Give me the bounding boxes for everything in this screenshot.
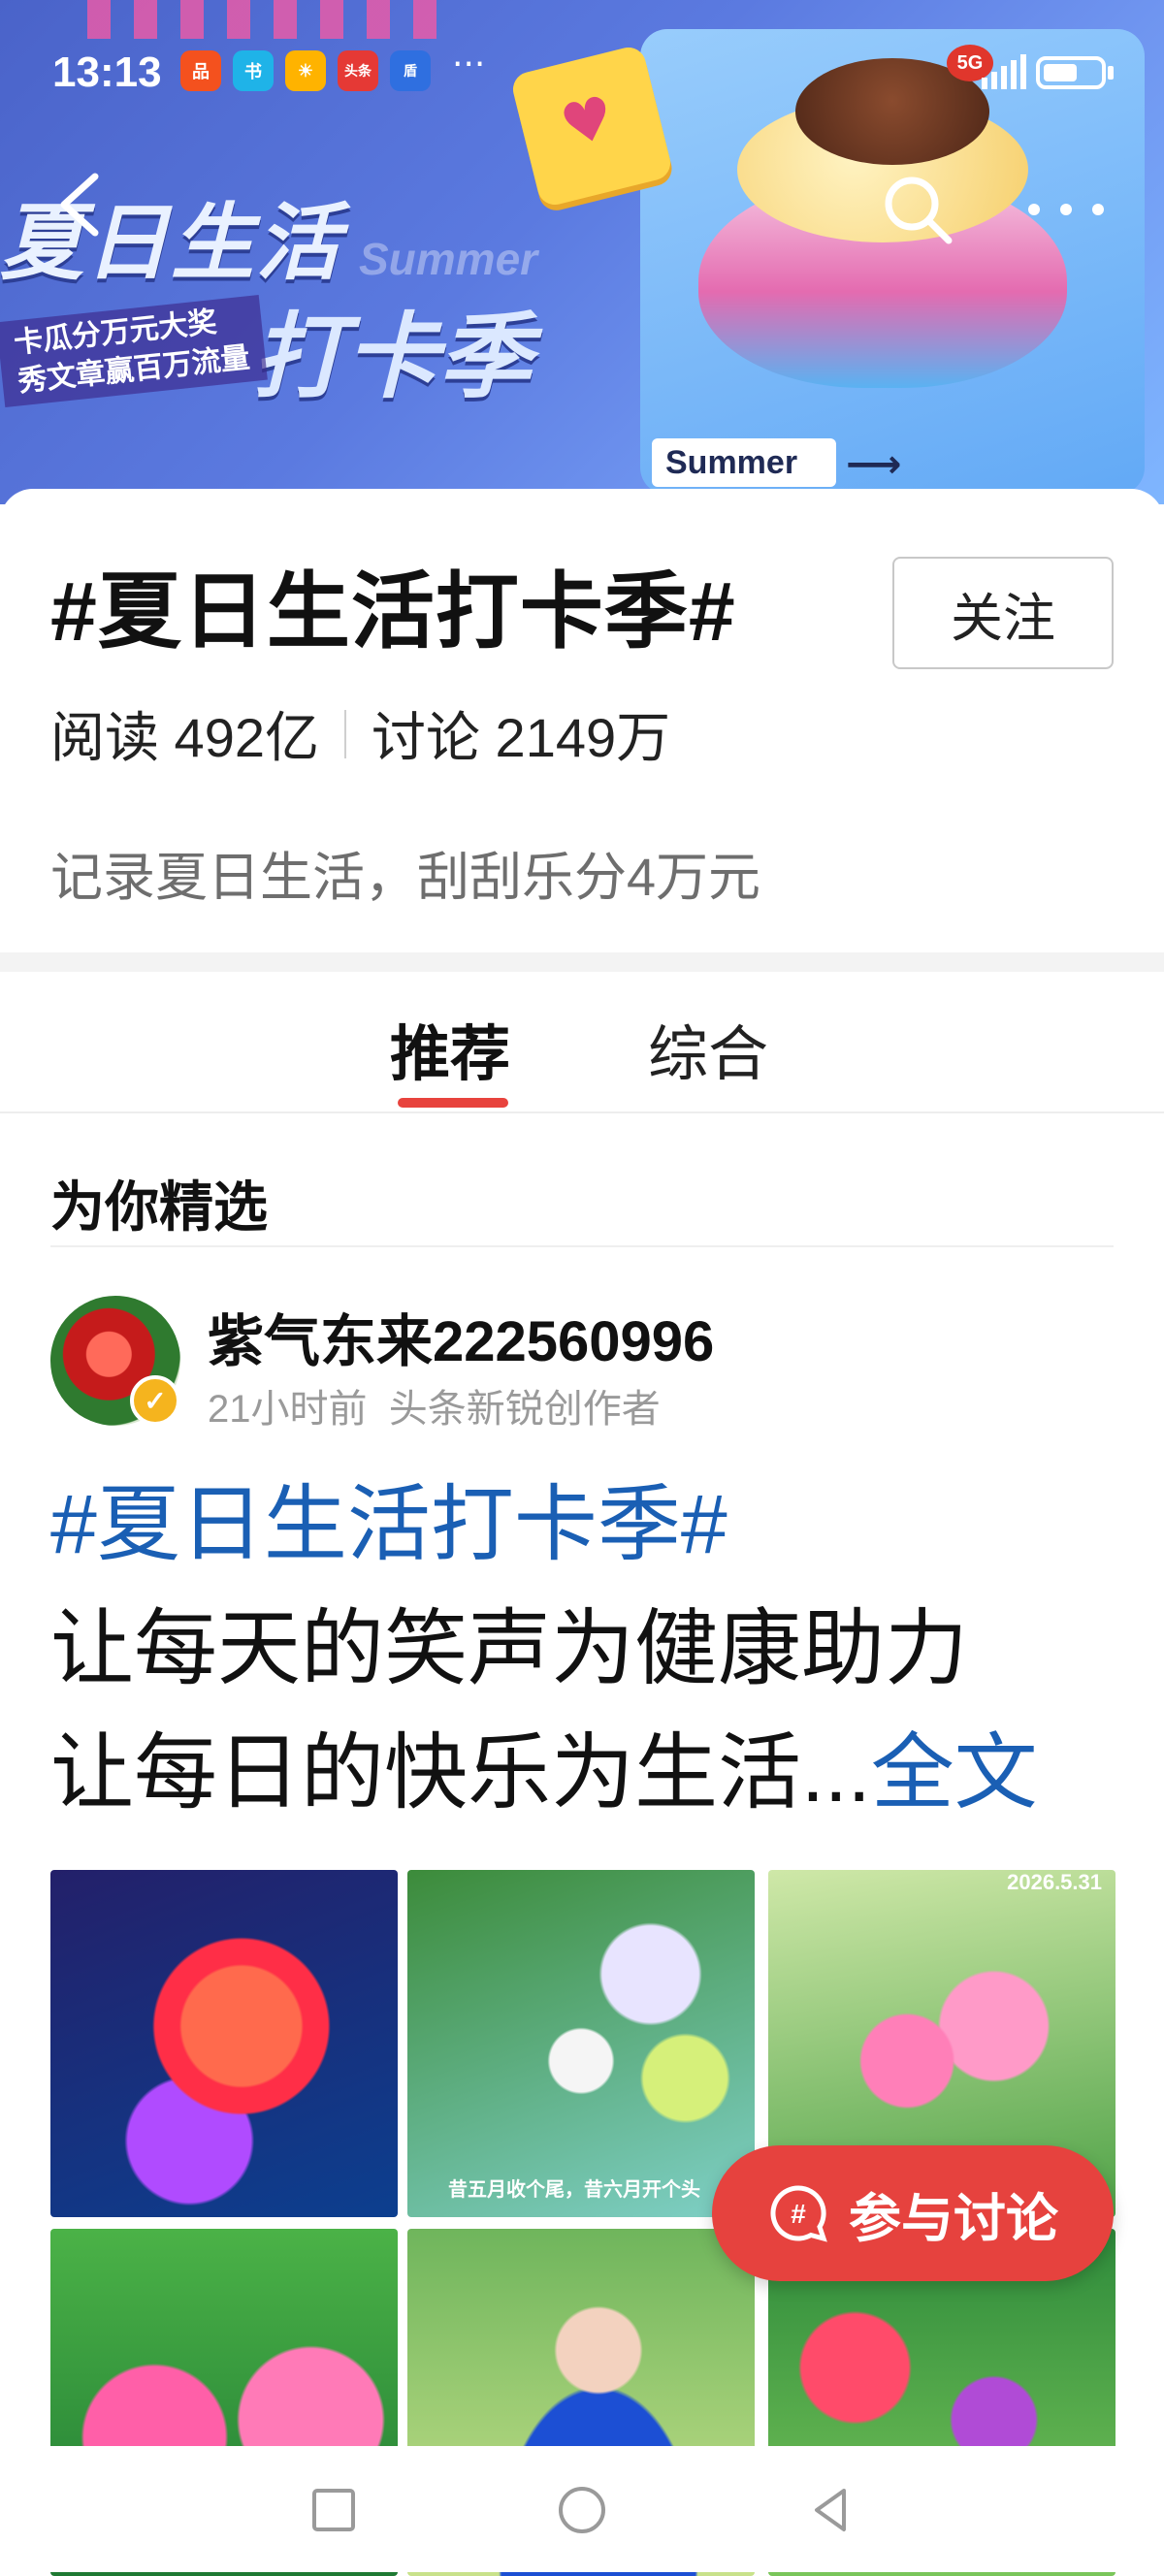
image-caption: 昔五月收个尾，昔六月开个头 [448, 2179, 700, 2201]
topic-title: #夏日生活打卡季# [50, 565, 736, 659]
join-discussion-button[interactable]: # 参与讨论 [712, 2145, 1114, 2281]
battery-level [1044, 64, 1077, 81]
feed-tabs: 推荐 综合 [0, 972, 1164, 1113]
recent-apps-icon[interactable] [305, 2481, 363, 2539]
read-more-link[interactable]: 全文 [871, 1726, 1038, 1819]
status-app-icon: 盾 [390, 50, 431, 91]
status-app-icon: 头条 [338, 50, 378, 91]
post-hashtag[interactable]: #夏日生活打卡季# [50, 1463, 1117, 1587]
post-meta: 21小时前 头条新锐创作者 [208, 1377, 661, 1433]
status-time: 13:13 [52, 48, 162, 96]
image-date: 2026.5.31 [1007, 1870, 1102, 1894]
section-title: 为你精选 [50, 1176, 268, 1238]
status-app-icon: 品 [180, 50, 221, 91]
author-name[interactable]: 紫气东来222560996 [208, 1296, 714, 1377]
hashtag-chat-icon: # [770, 2185, 827, 2242]
status-app-icons: 品 书 ☀ 头条 盾 [180, 50, 431, 91]
topic-stats: 阅读 492亿 讨论 2149万 [50, 694, 670, 773]
join-discussion-label: 参与讨论 [849, 2189, 1058, 2248]
signal-icon [982, 54, 1026, 89]
active-tab-indicator [398, 1098, 508, 1108]
banner-watermark: Summer [359, 234, 538, 284]
home-icon[interactable] [553, 2481, 611, 2539]
battery-cap [1108, 66, 1114, 80]
post-time: 21小时前 [208, 1388, 368, 1431]
stats-divider [344, 709, 346, 758]
post-text[interactable]: #夏日生活打卡季# 让每天的笑声为健康助力 让每日的快乐为生活...全文 [50, 1463, 1117, 1835]
topic-description: 记录夏日生活，刮刮乐分4万元 [50, 849, 761, 907]
follow-button[interactable]: 关注 [892, 557, 1114, 669]
status-app-icon: 书 [233, 50, 274, 91]
creator-badge-icon: ✓ [130, 1375, 180, 1426]
reads-count: 阅读 492亿 [50, 707, 319, 768]
more-notifications-icon: ··· [452, 45, 486, 84]
banner-promo: 卡瓜分万元大奖 秀文章赢百万流量 [0, 295, 268, 407]
tab-comprehensive[interactable]: 综合 [648, 1005, 768, 1092]
system-nav-bar [0, 2446, 1164, 2572]
post-line1: 让每天的笑声为健康助力 [50, 1602, 968, 1695]
search-icon[interactable] [879, 171, 956, 248]
back-triangle-icon[interactable] [801, 2481, 859, 2539]
post-line2: 让每日的快乐为生活... [50, 1726, 871, 1819]
svg-text:#: # [791, 2199, 806, 2229]
arrow-right-icon: ⟶ [846, 442, 902, 487]
more-options-icon[interactable] [1022, 190, 1110, 229]
tab-recommended[interactable]: 推荐 [390, 1005, 510, 1092]
post-image[interactable] [50, 1870, 398, 2217]
section-line [50, 1245, 1114, 1247]
summer-sticker: Summer [652, 438, 836, 487]
battery-icon [1036, 56, 1106, 89]
status-bar: 13:13 品 书 ☀ 头条 盾 ··· 5G [0, 0, 1164, 145]
discussions-count: 讨论 2149万 [372, 707, 671, 768]
post-image[interactable]: 昔五月收个尾，昔六月开个头 [407, 1870, 755, 2217]
back-arrow-icon[interactable] [50, 171, 118, 239]
status-app-icon: ☀ [285, 50, 326, 91]
banner-subline: 打卡季 [252, 306, 532, 409]
author-tag: 头条新锐创作者 [388, 1388, 661, 1431]
section-divider [0, 952, 1164, 972]
